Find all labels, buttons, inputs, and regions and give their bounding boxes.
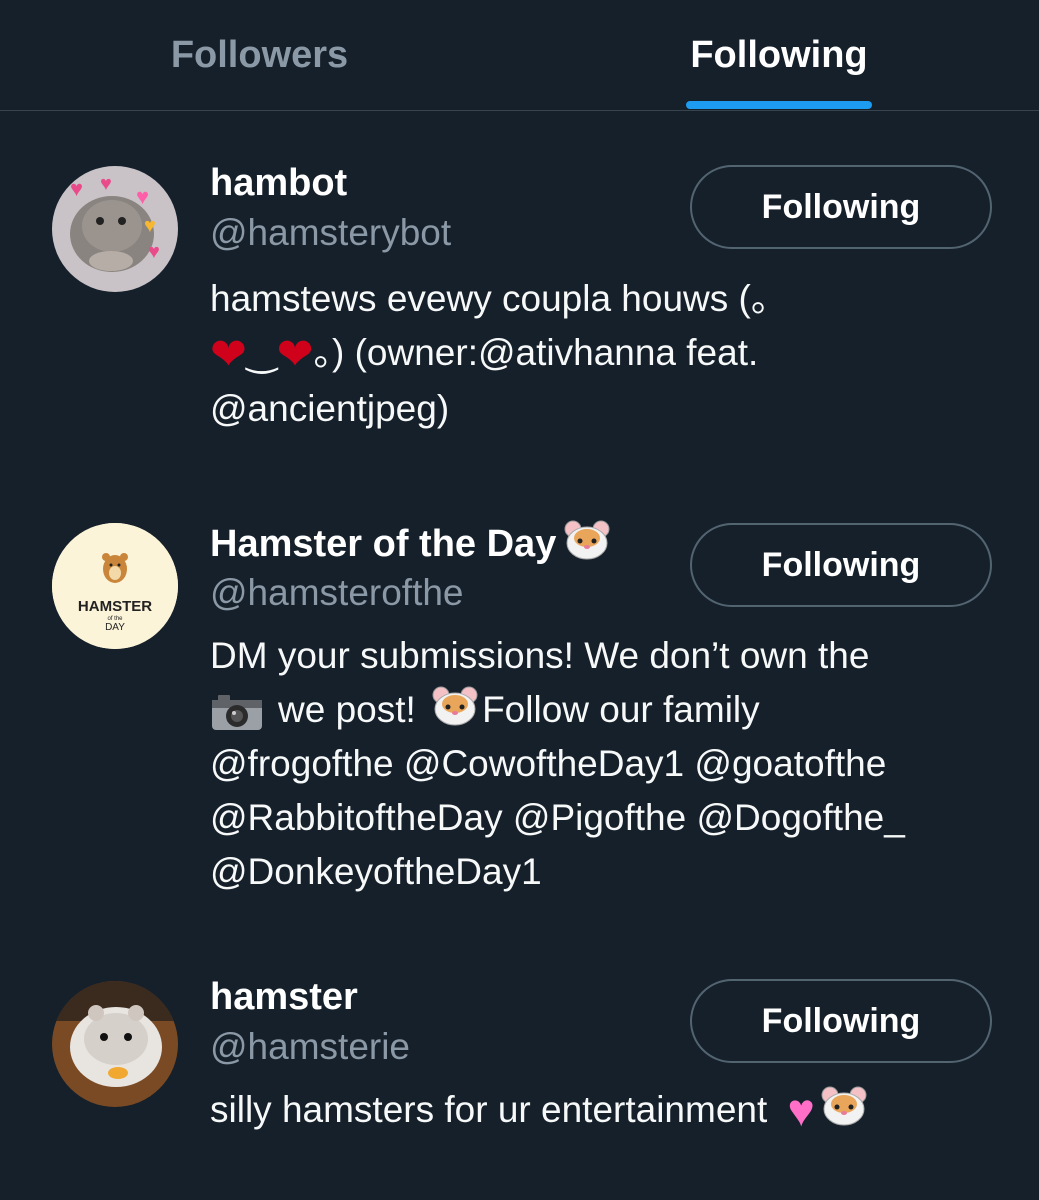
user-handle: @hamsterybot — [210, 212, 452, 253]
user-handle: @hamsterie — [210, 1026, 411, 1067]
hamster-face-icon — [432, 686, 478, 726]
following-button[interactable]: Following — [690, 979, 992, 1063]
avatar[interactable]: HAMSTER of the DAY — [52, 523, 178, 649]
user-display-name: hambot — [210, 162, 348, 204]
bio-line: @DonkeyoftheDay1 — [210, 851, 542, 892]
active-tab-indicator — [686, 101, 872, 109]
tab-followers[interactable]: Followers — [0, 0, 519, 110]
user-bio: hamstews evewy coupla houws (。 ❤‿❤。) (ow… — [210, 272, 1000, 436]
svg-text:♥: ♥ — [100, 173, 112, 195]
smile-mouth-icon: ‿ — [246, 332, 277, 373]
tab-bar: Followers Following — [0, 0, 1039, 111]
avatar[interactable]: ♥ ♥ ♥ ♥ ♥ — [52, 166, 178, 292]
bio-text: silly hamsters for ur entertainment — [210, 1089, 768, 1130]
camera-icon — [212, 695, 262, 731]
red-heart-icon: ❤ — [210, 330, 247, 379]
avatar[interactable] — [52, 981, 178, 1107]
pink-heart-icon: ♥ — [787, 1084, 815, 1136]
bio-line: we post! Follow our family — [210, 683, 1000, 737]
following-button[interactable]: Following — [690, 523, 992, 607]
user-display-name: Hamster of the Day — [210, 520, 610, 566]
bio-line: hamstews evewy coupla houws (。 — [210, 278, 788, 319]
user-bio: DM your submissions! We don’t own the we… — [210, 629, 1000, 899]
user-bio: silly hamsters for ur entertainment ♥ — [210, 1083, 1000, 1137]
user-handle: @hamsterofthe — [210, 572, 464, 613]
following-button[interactable]: Following — [690, 165, 992, 249]
user-display-name-text: Hamster of the Day — [210, 523, 557, 565]
bio-text: 。) (owner:@ativhanna feat. — [313, 332, 759, 373]
bio-line: @RabbitoftheDay @Pigofthe @Dogofthe_ — [210, 797, 905, 838]
svg-text:♥: ♥ — [148, 241, 160, 263]
svg-text:♥: ♥ — [136, 184, 149, 209]
bio-text: we post! — [278, 689, 416, 730]
bio-line: @ancientjpeg) — [210, 388, 450, 429]
red-heart-icon: ❤ — [276, 330, 314, 379]
bio-line: DM your submissions! We don’t own the — [210, 635, 870, 676]
bio-line: @frogofthe @CowoftheDay1 @goatofthe — [210, 743, 887, 784]
svg-text:♥: ♥ — [70, 176, 83, 201]
bio-line: ❤‿❤。) (owner:@ativhanna feat. — [210, 326, 1000, 382]
hamster-face-icon — [821, 1086, 867, 1126]
svg-text:♥: ♥ — [144, 215, 156, 237]
avatar-title: HAMSTER — [78, 598, 152, 615]
user-display-name: hamster — [210, 976, 358, 1018]
hamster-face-icon — [564, 520, 610, 560]
tab-following[interactable]: Following — [519, 0, 1039, 110]
avatar-day: DAY — [105, 622, 125, 633]
bio-text: Follow our family — [482, 689, 760, 730]
